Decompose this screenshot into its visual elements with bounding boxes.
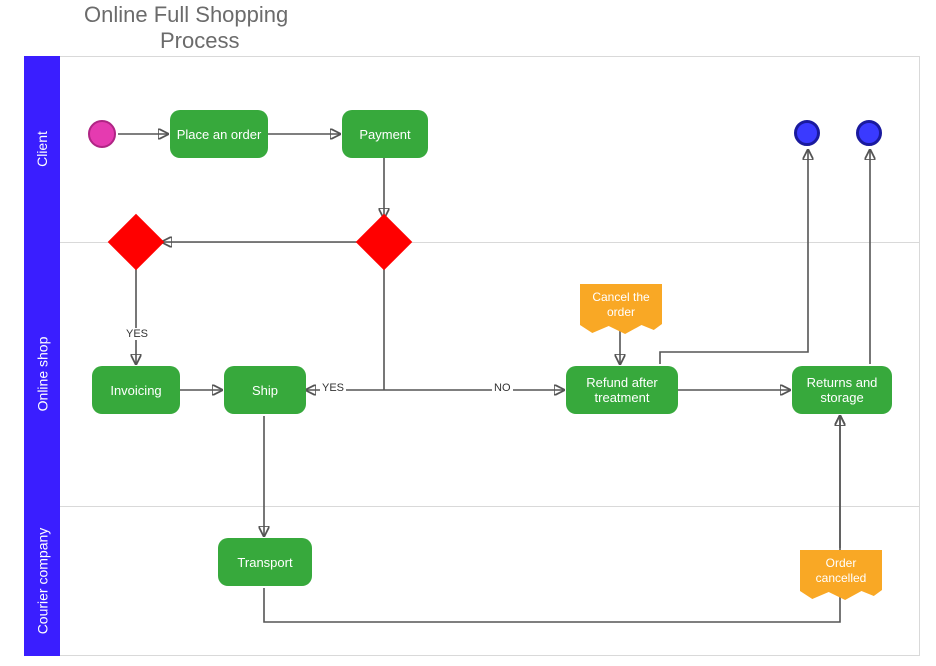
lane-divider (60, 242, 920, 243)
task-refund: Refund after treatment (566, 366, 678, 414)
edge-label-no: NO (492, 382, 513, 394)
task-returns: Returns and storage (792, 366, 892, 414)
task-label: Transport (237, 555, 292, 570)
diagram-title-line1: Online Full Shopping (84, 2, 288, 28)
lane-client-label: Client (34, 131, 50, 167)
end-event-1 (794, 120, 820, 146)
task-label: Ship (252, 383, 278, 398)
end-event-2 (856, 120, 882, 146)
edge-label-yes: YES (320, 382, 346, 394)
task-payment: Payment (342, 110, 428, 158)
task-label: Payment (359, 127, 410, 142)
lane-courier-label: Courier company (34, 528, 50, 635)
task-label: Refund after treatment (570, 375, 674, 405)
task-label: Invoicing (110, 383, 161, 398)
diagram-stage: Online Full Shopping Process Client Onli… (0, 0, 936, 666)
edge-label-yes: YES (124, 328, 150, 340)
task-label: Place an order (177, 127, 262, 142)
diagram-title-line2: Process (160, 28, 239, 54)
task-label: Returns and storage (796, 375, 888, 405)
lane-shop: Online shop (24, 242, 60, 506)
lane-courier: Courier company (24, 506, 60, 656)
doc-label: Order cancelled (808, 556, 874, 586)
pool (24, 56, 920, 656)
start-event (88, 120, 116, 148)
lane-client: Client (24, 56, 60, 242)
task-transport: Transport (218, 538, 312, 586)
lane-shop-label: Online shop (34, 337, 50, 412)
document-order-cancelled: Order cancelled (800, 550, 882, 600)
task-place-order: Place an order (170, 110, 268, 158)
document-cancel-order: Cancel the order (580, 284, 662, 334)
doc-label: Cancel the order (588, 290, 654, 320)
lane-divider (60, 506, 920, 507)
task-invoicing: Invoicing (92, 366, 180, 414)
task-ship: Ship (224, 366, 306, 414)
